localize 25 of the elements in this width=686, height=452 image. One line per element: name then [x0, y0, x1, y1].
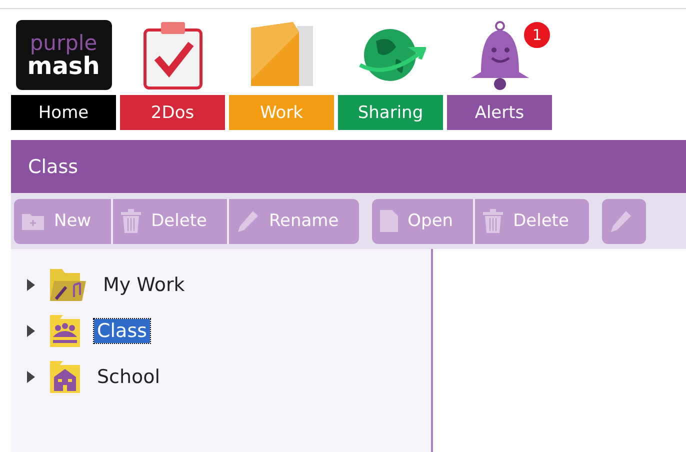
tree-item[interactable]: My Work: [100, 273, 188, 297]
nav-tab[interactable]: 2Dos: [120, 95, 225, 130]
nav-tab[interactable]: Sharing: [338, 95, 443, 130]
folder-brush-icon: [50, 269, 86, 301]
collapsed-arrow-icon[interactable]: [26, 325, 36, 337]
nav-tab[interactable]: Home: [11, 95, 116, 130]
trash-icon: [121, 209, 142, 233]
trash-icon: [483, 209, 504, 233]
clipboard-check-icon[interactable]: [142, 20, 202, 90]
logo[interactable]: purple mash: [16, 20, 112, 90]
logo-text: purple: [30, 32, 98, 54]
folder-people-icon: [50, 315, 80, 347]
folder-plus-icon: [22, 212, 44, 230]
panel-title: Class: [28, 156, 78, 178]
tree-item[interactable]: Class: [94, 319, 150, 343]
document-icon: [380, 210, 398, 232]
tree-item[interactable]: School: [94, 365, 164, 389]
collapsed-arrow-icon[interactable]: [26, 279, 36, 291]
nav-tab[interactable]: Alerts: [447, 95, 552, 130]
notification-badge: 1: [523, 21, 551, 49]
collapsed-arrow-icon[interactable]: [26, 371, 36, 383]
logo-text: mash: [27, 54, 100, 78]
pencil-icon: [236, 210, 259, 232]
pencil-icon: [610, 210, 632, 232]
folder-school-icon: [50, 361, 80, 393]
